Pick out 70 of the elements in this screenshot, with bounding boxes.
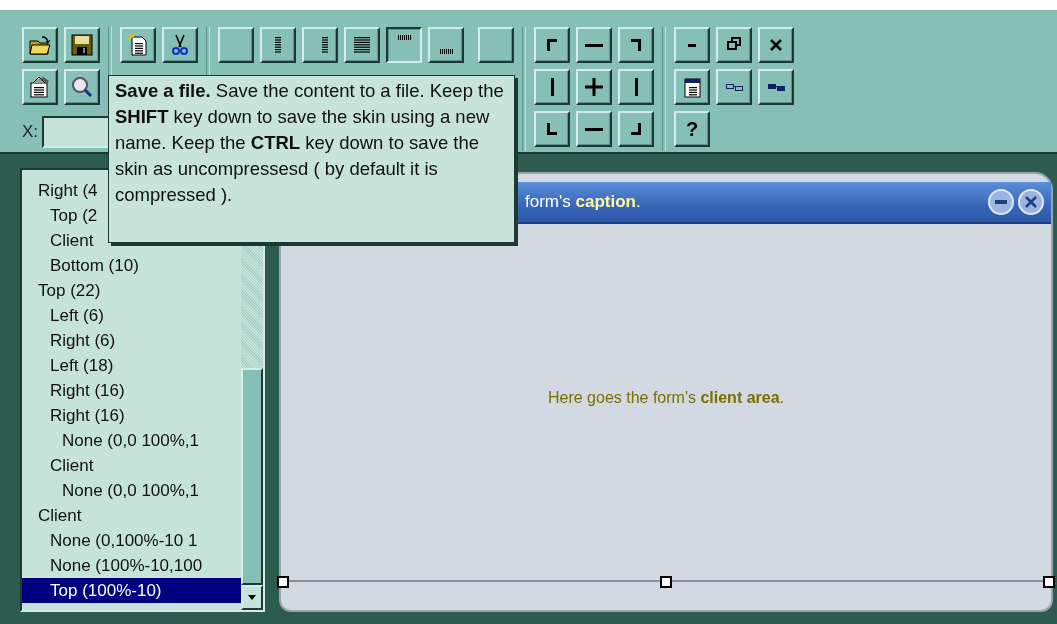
- bottom-right-button[interactable]: [618, 111, 654, 147]
- tree-item[interactable]: Bottom (10): [22, 253, 241, 278]
- caret-icon: [248, 595, 256, 600]
- close-button[interactable]: [758, 27, 794, 63]
- tree-item[interactable]: Left (6): [22, 303, 241, 328]
- resize-handle[interactable]: [660, 576, 672, 588]
- link-icon: [767, 83, 785, 91]
- link-button[interactable]: [758, 69, 794, 105]
- top-bar-icon: [585, 43, 603, 47]
- scroll-thumb[interactable]: [241, 368, 263, 585]
- magnifier-icon: [70, 75, 94, 99]
- corner-icon: [631, 39, 641, 51]
- tree-item[interactable]: Top (100%-10): [22, 578, 241, 603]
- top-left-button[interactable]: [534, 27, 570, 63]
- left-button[interactable]: [534, 69, 570, 105]
- center-button[interactable]: [576, 69, 612, 105]
- tree-item[interactable]: None (100%-10,100: [22, 553, 241, 578]
- help-button[interactable]: ?: [674, 111, 710, 147]
- tree-item[interactable]: Left (18): [22, 353, 241, 378]
- vertical-bar-icon: [634, 78, 638, 96]
- link-button[interactable]: [716, 69, 752, 105]
- lines-icon: [439, 48, 453, 54]
- plus-icon: [585, 78, 603, 96]
- bottom-left-button[interactable]: [534, 111, 570, 147]
- lines-icon: [354, 37, 370, 53]
- top-right-button[interactable]: [618, 27, 654, 63]
- top-button[interactable]: [576, 27, 612, 63]
- open-folder-icon: [28, 33, 52, 57]
- vertical-bar-icon: [550, 78, 554, 96]
- resize-handle[interactable]: [1043, 576, 1055, 588]
- tree-item[interactable]: Right (16): [22, 378, 241, 403]
- resize-handle[interactable]: [277, 576, 289, 588]
- tree-item[interactable]: Right (16): [22, 403, 241, 428]
- toolbar-button[interactable]: [478, 27, 514, 63]
- tree-item[interactable]: None (0,0 100%,1: [22, 478, 241, 503]
- bottom-bar-icon: [585, 127, 603, 131]
- right-button[interactable]: [618, 69, 654, 105]
- tree-item[interactable]: None (0,100%-10 1: [22, 528, 241, 553]
- corner-icon: [547, 39, 557, 51]
- client-area-text: Here goes the form's client area.: [547, 389, 785, 407]
- form-caption: form's caption.: [525, 192, 642, 212]
- lines-icon: [275, 37, 281, 53]
- restore-button[interactable]: [716, 27, 752, 63]
- bottom-button[interactable]: [576, 111, 612, 147]
- form-button[interactable]: [674, 69, 710, 105]
- minimize-button[interactable]: [674, 27, 710, 63]
- tree-item[interactable]: None (0,0 100%,1: [22, 428, 241, 453]
- corner-icon: [547, 123, 557, 135]
- tree-item[interactable]: Client: [22, 503, 241, 528]
- minimize-icon: [688, 43, 696, 47]
- new-button[interactable]: [120, 27, 156, 63]
- tree-item[interactable]: Right (6): [22, 328, 241, 353]
- corner-icon: [631, 123, 641, 135]
- close-icon[interactable]: [1017, 188, 1045, 216]
- scroll-down-button[interactable]: [241, 585, 263, 610]
- link-icon: [725, 83, 743, 91]
- tooltip-text: Save a file. Save the content to a file. Keep the SHIFT key down to save the skin using a new name. Keep the CTRL key down to save the skin as uncompressesd ( by default it is compressed ).: [115, 79, 505, 207]
- lines-icon: [322, 37, 328, 53]
- tree-item[interactable]: Client: [22, 453, 241, 478]
- cut-button[interactable]: [162, 27, 198, 63]
- properties-button[interactable]: [22, 69, 58, 105]
- new-document-icon: [126, 33, 150, 57]
- minimize-icon[interactable]: [987, 188, 1015, 216]
- x-label: X:: [22, 122, 39, 142]
- preview-button[interactable]: [64, 69, 100, 105]
- align-button[interactable]: [386, 27, 422, 63]
- lines-icon: [397, 34, 411, 40]
- tree-item[interactable]: Top (22): [22, 278, 241, 303]
- save-button[interactable]: [64, 27, 100, 63]
- open-button[interactable]: [22, 27, 58, 63]
